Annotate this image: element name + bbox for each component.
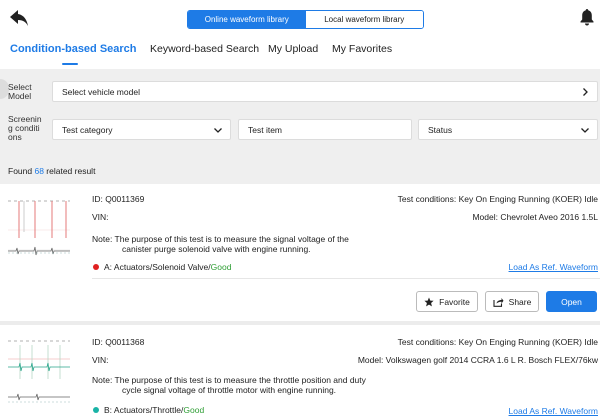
waveform-id: ID: Q0011369 (92, 194, 145, 204)
active-tab-indicator (62, 63, 78, 65)
result-count-number: 68 (34, 166, 44, 176)
test-category-dropdown[interactable]: Test category (52, 119, 231, 140)
tab-my-upload[interactable]: My Upload (268, 43, 318, 55)
library-switch: Online waveform library Local waveform l… (187, 10, 424, 29)
result-count: Found 68 related result (8, 166, 96, 176)
channel-dot (93, 407, 99, 413)
test-conditions: Test conditions: Key On Enging Running (… (397, 337, 598, 347)
bell-icon[interactable] (580, 8, 594, 26)
result-card[interactable]: ID: Q0011368 Test conditions: Key On Eng… (0, 325, 600, 419)
vehicle-model: Model: Volkswagen golf 2014 CCRA 1.6 L R… (357, 355, 598, 365)
vin-label: VIN: (92, 355, 109, 365)
favorite-button[interactable]: Favorite (416, 291, 478, 312)
tab-keyword-based-search[interactable]: Keyword-based Search (150, 43, 259, 55)
select-model-label: Select Model (8, 82, 32, 101)
tab-condition-based-search[interactable]: Condition-based Search (10, 43, 137, 55)
status-dropdown[interactable]: Status (418, 119, 598, 140)
status-good: Good (183, 405, 205, 415)
share-icon (493, 297, 504, 307)
test-item-field[interactable]: Test item (238, 119, 412, 140)
status-value: Status (428, 124, 453, 135)
waveform-thumbnail (8, 192, 70, 268)
share-button[interactable]: Share (485, 291, 539, 312)
note-line-1: Note: The purpose of this test is to mea… (92, 375, 366, 385)
tab-my-favorites[interactable]: My Favorites (332, 43, 392, 55)
vehicle-model-placeholder: Select vehicle model (62, 86, 140, 97)
note-line-2: canister purge solenoid valve with engin… (122, 244, 311, 254)
load-as-ref-waveform-link[interactable]: Load As Ref. Waveform (509, 262, 598, 272)
top-bar: Online waveform library Local waveform l… (0, 0, 600, 36)
waveform-id: ID: Q0011368 (92, 337, 145, 347)
screening-conditions-label: Screenin g conditi ons (8, 114, 42, 142)
vehicle-model: Model: Chevrolet Aveo 2016 1.5L (472, 212, 598, 222)
back-arrow-icon[interactable] (8, 8, 30, 28)
chevron-down-icon (581, 128, 589, 133)
vin-label: VIN: (92, 212, 109, 222)
status-good: Good (210, 262, 232, 272)
online-library-tab[interactable]: Online waveform library (188, 11, 306, 28)
test-item-value: Test item (248, 124, 283, 135)
test-category-value: Test category (62, 124, 113, 135)
load-as-ref-waveform-link[interactable]: Load As Ref. Waveform (509, 406, 598, 416)
search-tabs: Condition-based Search Keyword-based Sea… (0, 36, 600, 66)
test-conditions: Test conditions: Key On Enging Running (… (397, 194, 598, 204)
note-line-1: Note: The purpose of this test is to mea… (92, 234, 349, 244)
star-icon (424, 297, 434, 306)
channel-info: A: Actuators/Solenoid Valve/Good (104, 262, 232, 272)
card-divider (92, 278, 600, 279)
channel-dot (93, 264, 99, 270)
open-button[interactable]: Open (546, 291, 597, 312)
chevron-down-icon (214, 128, 222, 133)
channel-info: B: Actuators/Throttle/Good (104, 405, 205, 415)
waveform-thumbnail (8, 333, 70, 409)
note-line-2: cycle signal voltage of throttle motor w… (122, 385, 337, 395)
chevron-right-icon (583, 88, 588, 96)
vehicle-model-selector[interactable]: Select vehicle model (52, 81, 598, 102)
local-library-tab[interactable]: Local waveform library (305, 11, 423, 28)
result-card[interactable]: ID: Q0011369 Test conditions: Key On Eng… (0, 184, 600, 321)
